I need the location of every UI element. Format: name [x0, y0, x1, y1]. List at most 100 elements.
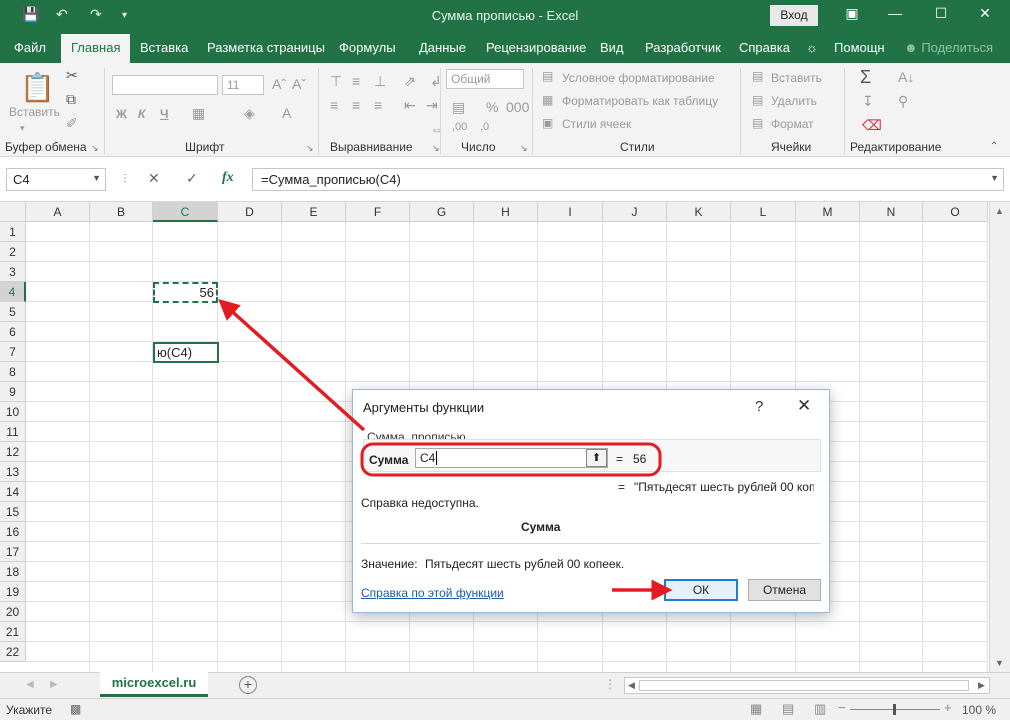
zoom-level[interactable]: 100 %	[962, 703, 996, 717]
format-cells-button[interactable]: Формат	[771, 117, 814, 131]
column-header-h[interactable]: H	[474, 202, 538, 222]
argument-input[interactable]: C4	[415, 448, 608, 468]
font-size-box[interactable]: 11	[222, 75, 264, 95]
column-header-n[interactable]: N	[860, 202, 923, 222]
insert-function-icon[interactable]: fx	[222, 170, 234, 186]
align-center-icon[interactable]: ≡	[352, 97, 360, 113]
font-launcher-icon[interactable]: ↘	[306, 143, 314, 154]
share-button[interactable]: ☻ Поделиться	[904, 40, 993, 55]
comma-style-icon[interactable]: 000	[506, 99, 529, 115]
grow-font-icon[interactable]: Aˆ	[272, 76, 286, 92]
row-header-20[interactable]: 20	[0, 602, 26, 622]
row-header-1[interactable]: 1	[0, 222, 26, 242]
close-icon[interactable]: ✕	[970, 5, 1000, 22]
clear-icon[interactable]: ⌫	[862, 117, 882, 134]
indent-increase-icon[interactable]: ⇥	[426, 97, 438, 114]
number-format-box[interactable]: Общий	[446, 69, 524, 89]
align-top-icon[interactable]: ⊤	[330, 73, 342, 90]
scroll-up-icon[interactable]: ▲	[995, 206, 1004, 216]
align-middle-icon[interactable]: ≡	[352, 73, 360, 89]
row-header-13[interactable]: 13	[0, 462, 26, 482]
font-color-icon[interactable]: A	[282, 105, 291, 121]
insert-cells-button[interactable]: Вставить	[771, 71, 822, 85]
fill-icon[interactable]: ↧	[862, 93, 874, 110]
formula-bar-handle-icon[interactable]: ⋮	[120, 173, 130, 184]
next-sheet-icon[interactable]: ▶	[50, 679, 58, 690]
tab-view[interactable]: Вид	[600, 40, 624, 55]
column-header-f[interactable]: F	[346, 202, 410, 222]
row-header-9[interactable]: 9	[0, 382, 26, 402]
function-help-link[interactable]: Справка по этой функции	[361, 586, 504, 600]
collapse-dialog-icon[interactable]: ⬆	[586, 449, 607, 467]
cell-c4[interactable]: 56	[153, 282, 218, 303]
tab-split-handle-icon[interactable]: ⋮	[604, 677, 616, 691]
paste-icon[interactable]: 📋	[20, 71, 55, 104]
row-header-15[interactable]: 15	[0, 502, 26, 522]
column-header-a[interactable]: A	[26, 202, 90, 222]
find-select-icon[interactable]: ⚲	[898, 93, 908, 110]
number-launcher-icon[interactable]: ↘	[520, 143, 528, 154]
row-header-4[interactable]: 4	[0, 282, 26, 302]
align-bottom-icon[interactable]: ⊥	[374, 73, 386, 90]
login-button[interactable]: Вход	[770, 5, 818, 26]
clipboard-launcher-icon[interactable]: ↘	[91, 143, 99, 154]
row-header-19[interactable]: 19	[0, 582, 26, 602]
row-header-22[interactable]: 22	[0, 642, 26, 662]
row-header-21[interactable]: 21	[0, 622, 26, 642]
row-header-7[interactable]: 7	[0, 342, 26, 362]
collapse-ribbon-icon[interactable]: ⌃	[990, 141, 998, 152]
tab-home[interactable]: Главная	[61, 34, 131, 63]
sheet-tab-active[interactable]: microexcel.ru	[100, 672, 208, 697]
maximize-icon[interactable]: ☐	[926, 5, 956, 22]
tab-help[interactable]: Справка	[739, 40, 790, 55]
zoom-out-icon[interactable]: −	[838, 700, 846, 715]
row-header-5[interactable]: 5	[0, 302, 26, 322]
row-header-11[interactable]: 11	[0, 422, 26, 442]
row-header-14[interactable]: 14	[0, 482, 26, 502]
shrink-font-icon[interactable]: Aˇ	[292, 76, 306, 92]
horizontal-scrollbar[interactable]: ◀ ▶	[624, 677, 990, 694]
decrease-decimal-icon[interactable]: ,0	[480, 121, 489, 133]
row-header-6[interactable]: 6	[0, 322, 26, 342]
row-header-8[interactable]: 8	[0, 362, 26, 382]
column-header-k[interactable]: K	[667, 202, 731, 222]
autosum-icon[interactable]: Σ	[860, 67, 871, 88]
column-header-e[interactable]: E	[282, 202, 346, 222]
zoom-in-icon[interactable]: +	[944, 700, 952, 715]
underline-button[interactable]: Ч	[160, 107, 168, 121]
tab-file[interactable]: Файл	[14, 40, 46, 55]
minimize-icon[interactable]: —	[880, 5, 910, 21]
row-header-3[interactable]: 3	[0, 262, 26, 282]
scroll-right-icon[interactable]: ▶	[978, 680, 985, 691]
column-header-g[interactable]: G	[410, 202, 474, 222]
normal-view-icon[interactable]: ▦	[750, 701, 762, 717]
expand-formula-icon[interactable]: ▼	[990, 173, 999, 183]
merge-center-icon[interactable]: ⇔	[430, 121, 444, 137]
tab-page-layout[interactable]: Разметка страницы	[207, 40, 325, 55]
row-header-12[interactable]: 12	[0, 442, 26, 462]
align-left-icon[interactable]: ≡	[330, 97, 338, 113]
column-header-i[interactable]: I	[538, 202, 603, 222]
delete-cells-button[interactable]: Удалить	[771, 94, 817, 108]
cancel-entry-icon[interactable]: ✕	[148, 170, 160, 187]
indent-decrease-icon[interactable]: ⇤	[404, 97, 416, 114]
bold-button[interactable]: Ж	[116, 107, 127, 121]
scroll-left-icon[interactable]: ◀	[628, 680, 635, 691]
paste-button[interactable]: Вставить	[9, 105, 60, 119]
paste-dropdown-icon[interactable]: ▾	[20, 123, 25, 134]
format-painter-icon[interactable]: ✐	[66, 115, 78, 132]
font-name-box[interactable]	[112, 75, 218, 95]
column-header-m[interactable]: M	[796, 202, 860, 222]
column-header-d[interactable]: D	[218, 202, 282, 222]
tab-tell-me[interactable]: Помощн	[834, 40, 885, 55]
align-right-icon[interactable]: ≡	[374, 97, 382, 113]
alignment-launcher-icon[interactable]: ↘	[432, 143, 440, 154]
borders-icon[interactable]: ▦	[192, 105, 205, 122]
tab-formulas[interactable]: Формулы	[339, 40, 396, 55]
add-sheet-icon[interactable]: +	[239, 676, 257, 694]
cell-c7[interactable]: ю(C4)	[153, 342, 219, 363]
help-icon[interactable]: ?	[755, 398, 763, 415]
scroll-down-icon[interactable]: ▼	[995, 658, 1004, 668]
copy-icon[interactable]: ⧉	[66, 91, 76, 108]
page-layout-view-icon[interactable]: ▤	[782, 701, 794, 717]
